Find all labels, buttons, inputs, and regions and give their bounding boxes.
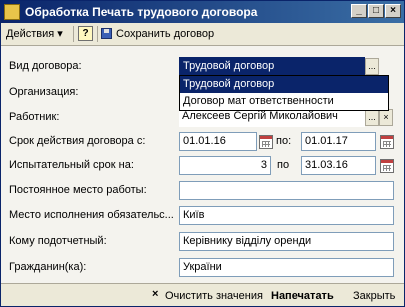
dialog-window: Обработка Печать трудового договора _ □ …	[0, 0, 405, 307]
maximize-button[interactable]: □	[368, 4, 384, 18]
window-title: Обработка Печать трудового договора	[25, 5, 258, 19]
contract-type-dropdown: Трудовой договор Договор мат ответственн…	[179, 75, 389, 111]
execution-place-field[interactable]: Київ	[179, 206, 394, 225]
execution-place-label: Место исполнения обязательс...	[9, 209, 174, 221]
probation-calendar-icon[interactable]	[380, 159, 394, 173]
employee-label: Работник:	[9, 111, 60, 123]
dropdown-option[interactable]: Трудовой договор	[180, 76, 388, 93]
contract-type-select[interactable]: Трудовой договор	[179, 57, 365, 76]
title-bar[interactable]: Обработка Печать трудового договора _ □ …	[1, 1, 404, 23]
permanent-place-label: Постоянное место работы:	[9, 184, 147, 196]
help-button[interactable]: ?	[78, 26, 93, 41]
footer-bar: × Очистить значения Напечатать Закрыть	[1, 283, 404, 306]
toolbar: Действия ▾ ? Сохранить договор	[1, 23, 404, 46]
employee-clear-button[interactable]: ×	[379, 109, 393, 126]
term-from-calendar-icon[interactable]	[259, 135, 273, 149]
probation-months-field[interactable]: 3	[179, 156, 271, 175]
contract-type-dots-button[interactable]: ...	[365, 58, 379, 75]
minimize-button[interactable]: _	[351, 4, 367, 18]
toolbar-separator	[73, 26, 74, 42]
print-button[interactable]: Напечатать	[271, 288, 334, 304]
term-to-calendar-icon[interactable]	[380, 135, 394, 149]
app-icon	[4, 4, 20, 20]
actions-label: Действия	[6, 28, 55, 40]
menu-arrow-icon: ▾	[57, 28, 63, 40]
reports-to-field[interactable]: Керівнику відділу оренди	[179, 232, 394, 251]
citizenship-field[interactable]: України	[179, 258, 394, 277]
reports-to-label: Кому подотчетный:	[9, 235, 107, 247]
probation-to-field[interactable]: 31.03.16	[301, 156, 376, 175]
term-to-label: по:	[276, 135, 292, 147]
term-from-field[interactable]: 01.01.16	[179, 132, 257, 151]
save-contract-button[interactable]: Сохранить договор	[116, 26, 214, 42]
term-to-field[interactable]: 01.01.17	[301, 132, 376, 151]
save-icon	[101, 28, 112, 39]
citizenship-label: Гражданин(ка):	[9, 261, 87, 273]
dropdown-option[interactable]: Договор мат ответственности	[180, 93, 388, 110]
probation-to-label: по	[277, 159, 290, 171]
probation-label: Испытательный срок на:	[9, 159, 134, 171]
toolbar-separator	[97, 26, 98, 42]
term-label: Срок действия договора с:	[9, 135, 146, 147]
organization-label: Организация:	[9, 86, 79, 98]
employee-dots-button[interactable]: ...	[365, 109, 379, 126]
clear-icon: ×	[152, 288, 159, 300]
clear-values-button[interactable]: Очистить значения	[165, 288, 263, 304]
close-button[interactable]: Закрыть	[353, 288, 395, 304]
close-window-button[interactable]: ×	[385, 4, 401, 18]
contract-type-label: Вид договора:	[9, 60, 82, 72]
permanent-place-field[interactable]	[179, 181, 394, 200]
actions-menu-button[interactable]: Действия ▾	[6, 26, 63, 42]
